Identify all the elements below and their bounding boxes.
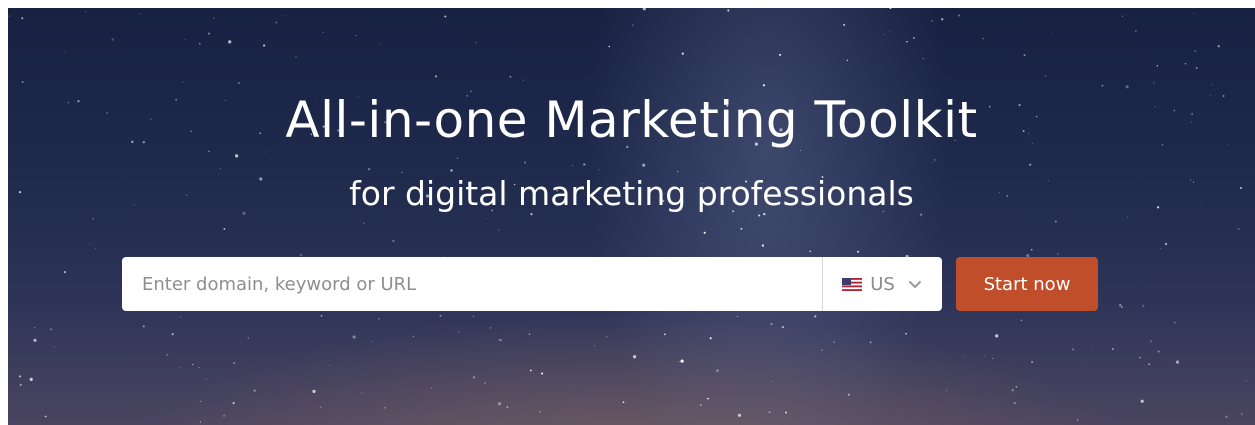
chevron-down-icon xyxy=(908,281,921,288)
hero-banner: All-in-one Marketing Toolkit for digital… xyxy=(8,8,1255,425)
region-dropdown[interactable]: US xyxy=(822,257,942,311)
page-subtitle: for digital marketing professionals xyxy=(349,174,914,213)
starfield-background xyxy=(8,8,1248,424)
start-now-button[interactable]: Start now xyxy=(956,257,1098,311)
page-title: All-in-one Marketing Toolkit xyxy=(285,91,978,149)
us-flag-icon xyxy=(842,277,863,291)
search-bar: US Start now xyxy=(122,257,1098,311)
region-label: US xyxy=(870,273,895,295)
search-input[interactable] xyxy=(122,257,822,311)
search-box: US xyxy=(122,257,942,311)
